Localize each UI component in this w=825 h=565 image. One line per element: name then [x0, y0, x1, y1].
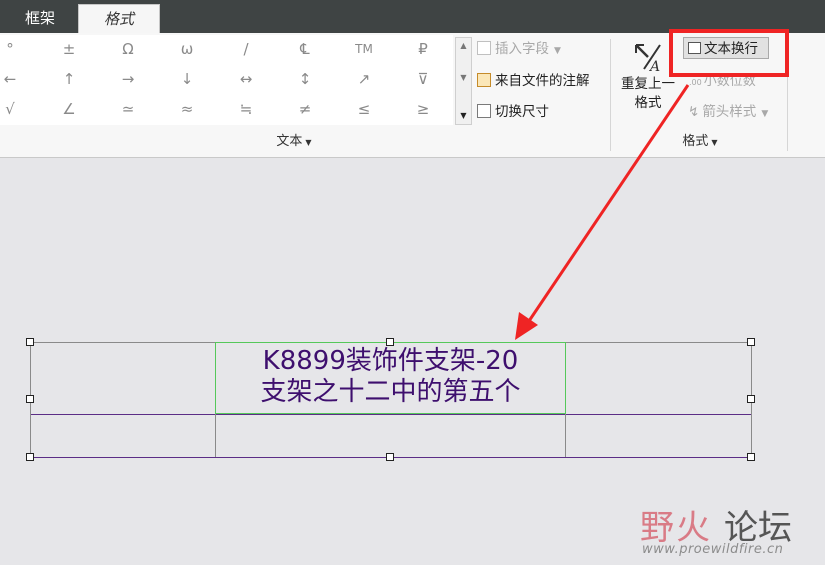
cell-text-line-2: 支架之十二中的第五个: [260, 377, 521, 407]
cell-text[interactable]: K8899装饰件支架-20 支架之十二中的第五个: [215, 346, 566, 408]
resize-handle-bottom-right[interactable]: [747, 453, 755, 461]
table-row-divider: [30, 414, 751, 415]
resize-handle-top-right[interactable]: [747, 338, 755, 346]
annotation-arrow: [515, 84, 690, 340]
resize-handle-mid-left[interactable]: [26, 395, 34, 403]
resize-handle-mid-right[interactable]: [747, 395, 755, 403]
forum-watermark: 野火 论坛 www.proewildfire.cn: [640, 500, 820, 560]
cell-text-line-1: K8899装饰件支架-20: [262, 346, 519, 376]
resize-handle-top-center[interactable]: [386, 338, 394, 346]
resize-handle-bottom-left[interactable]: [26, 453, 34, 461]
resize-handle-top-left[interactable]: [26, 338, 34, 346]
resize-handle-bottom-center[interactable]: [386, 453, 394, 461]
drawing-table[interactable]: K8899装饰件支架-20 支架之十二中的第五个: [26, 338, 755, 461]
watermark-url: www.proewildfire.cn: [642, 542, 784, 557]
